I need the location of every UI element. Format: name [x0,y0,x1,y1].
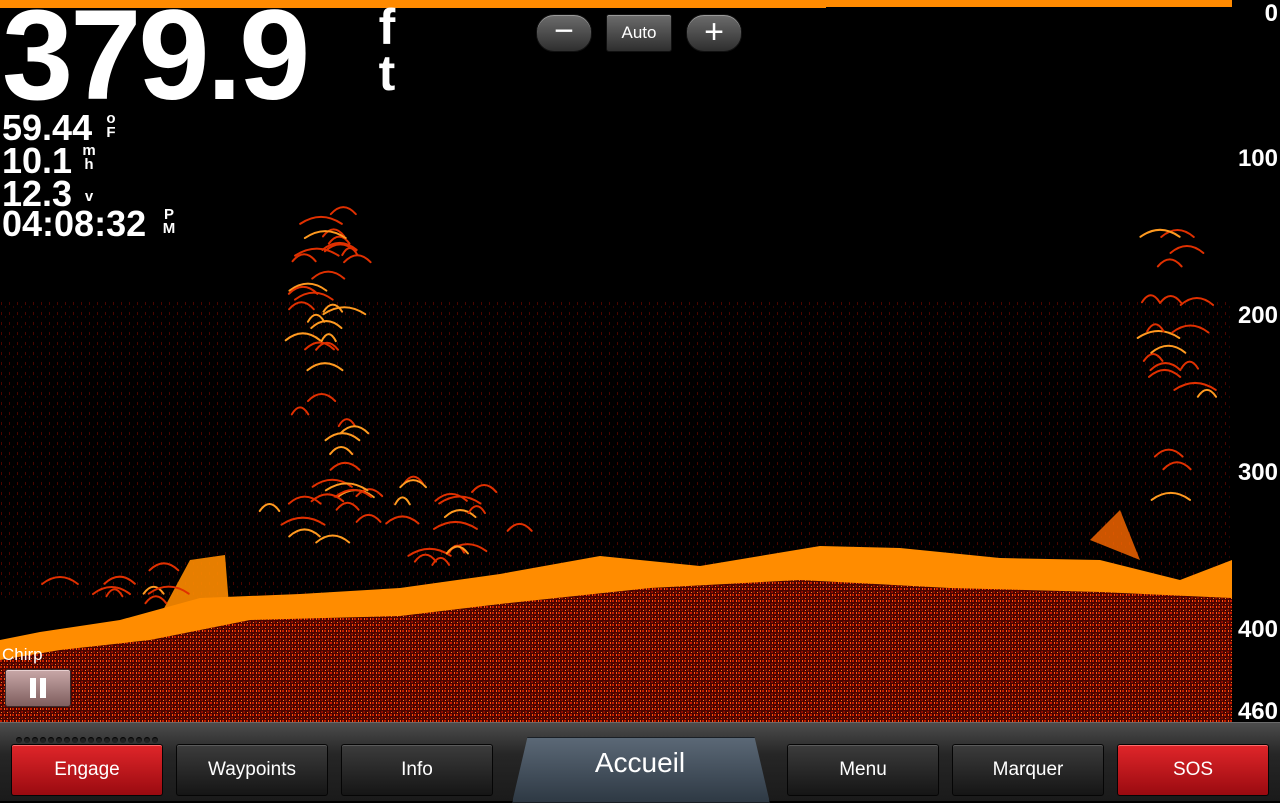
page-dot [88,737,94,743]
depth-unit-bottom: t [378,45,396,101]
sonar-return-arch [299,215,343,225]
sonar-return-arch [343,254,372,264]
page-dot [96,737,102,743]
mark-button[interactable]: Marquer [952,744,1104,796]
depth-unit-top: f [378,0,396,55]
page-dot [24,737,30,743]
page-dot [112,737,118,743]
sonar-return-arch [1169,244,1205,254]
sos-button[interactable]: SOS [1117,744,1269,796]
voltage-unit-label: v [84,188,94,205]
time-readout: 04:08:32 [2,203,147,244]
page-dot [120,737,126,743]
depth-unit: f t [372,0,402,101]
speed-unit-bottom: h [84,156,94,173]
page-dot [144,737,150,743]
voltage-unit: v [82,188,96,205]
page-dot [64,737,70,743]
pause-button[interactable] [5,669,71,707]
depth-tick: 300 [1237,459,1278,486]
frequency-label: Chirp [2,645,43,664]
zoom-in-button[interactable]: + [686,14,742,52]
page-dot [152,737,158,743]
speed-unit: m h [82,143,96,173]
page-dot [48,737,54,743]
page-dot [128,737,134,743]
page-dot [56,737,62,743]
pause-icon [30,678,36,698]
time-unit: P M [162,207,176,237]
page-dot [32,737,38,743]
zoom-out-button[interactable]: − [536,14,592,52]
water-temp-unit: o F [104,111,118,141]
water-temp-unit-bottom: F [106,124,116,141]
time-unit-bottom: M [162,220,176,237]
waypoints-button[interactable]: Waypoints [176,744,328,796]
page-dot [16,737,22,743]
engage-button[interactable]: Engage [11,744,163,796]
sonar-surface-line-recent [826,0,1232,7]
home-label[interactable]: Accueil [512,747,768,779]
info-button[interactable]: Info [341,744,493,796]
sonar-return-arch [329,206,357,216]
page-dot [80,737,86,743]
bottom-nav-bar: Engage Waypoints Info Accueil Menu Marqu… [0,722,1280,803]
page-dot [136,737,142,743]
depth-tick: 200 [1237,302,1278,329]
page-dot [104,737,110,743]
depth-tick: 400 [1237,616,1278,643]
sonar-return-arch [1156,258,1183,268]
depth-tick: 100 [1237,145,1278,172]
page-dot [40,737,46,743]
sonar-return-arch [311,270,346,280]
depth-readout: 379.9 [2,0,310,127]
depth-tick: 0 [1264,0,1278,27]
sonar-return-arch [293,291,334,301]
zoom-auto-button[interactable]: Auto [606,14,672,52]
pause-icon-bar [40,678,46,698]
depth-scale: 0 100 200 300 400 460 [1232,0,1280,725]
page-dot [72,737,78,743]
menu-button[interactable]: Menu [787,744,939,796]
